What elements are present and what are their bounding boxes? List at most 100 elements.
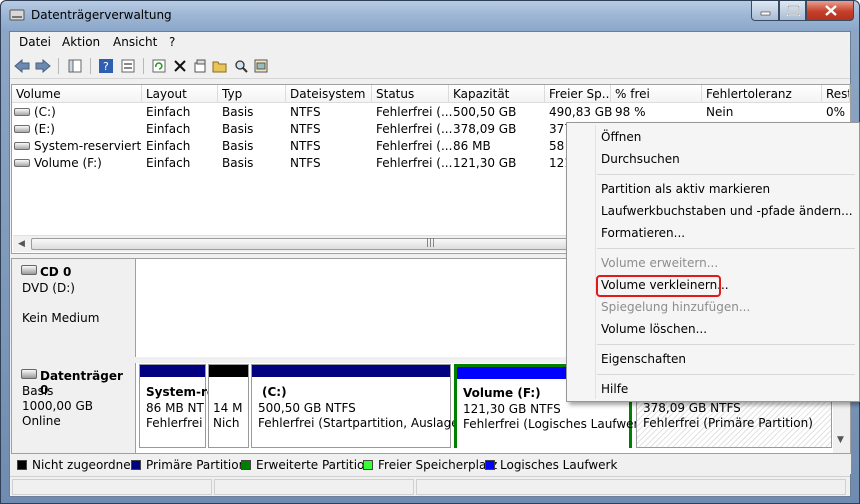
cell-typ: Basis <box>222 105 254 119</box>
minimize-button[interactable] <box>751 1 779 21</box>
legend-label: Nicht zugeordnet <box>32 458 136 472</box>
properties-icon[interactable] <box>119 57 137 75</box>
table-row[interactable]: (C:) Einfach Basis NTFS Fehlerfrei (... … <box>12 104 850 121</box>
menu-gutter <box>595 125 596 399</box>
column-header-prozent-frei[interactable]: % frei <box>611 85 702 103</box>
menu-item-change-drive-letter[interactable]: Laufwerkbuchstaben und -pfade ändern... <box>601 204 853 218</box>
menu-item-format[interactable]: Formatieren... <box>601 226 685 240</box>
cell-fs: NTFS <box>290 105 321 119</box>
cell-capacity: 378,09 GB <box>453 122 517 136</box>
cell-free: 490,83 GB <box>549 105 613 119</box>
cell-layout: Einfach <box>146 156 191 170</box>
scrollbar-thumb[interactable]: ||| <box>31 238 581 250</box>
legend-swatch <box>485 460 495 470</box>
column-header-typ[interactable]: Typ <box>218 85 286 103</box>
menu-item-delete-volume[interactable]: Volume löschen... <box>601 322 707 336</box>
menu-item-mark-active[interactable]: Partition als aktiv markieren <box>601 182 770 196</box>
legend-swatch <box>363 460 373 470</box>
legend-label: Primäre Partition <box>146 458 247 472</box>
toolbar-separator <box>58 58 59 74</box>
menu-item-open[interactable]: Öffnen <box>601 130 641 144</box>
cell-fs: NTFS <box>290 122 321 136</box>
toolbar-separator <box>90 58 91 74</box>
maximize-button[interactable] <box>779 1 806 21</box>
search-icon[interactable] <box>232 57 250 75</box>
disk-management-icon <box>9 9 25 21</box>
status-segment <box>214 479 414 495</box>
drive-icon <box>14 125 30 133</box>
partition-system-reserved[interactable]: System-re 86 MB NT Fehlerfrei <box>139 364 215 448</box>
menu-datei[interactable]: Datei <box>19 35 51 49</box>
status-segment <box>12 479 212 495</box>
forward-arrow-icon[interactable] <box>34 57 52 75</box>
menu-bar: Datei Aktion Ansicht ? <box>10 32 850 52</box>
disk0-label[interactable]: Datenträger 0 Basis 1000,00 GB Online <box>12 363 136 453</box>
cell-layout: Einfach <box>146 122 191 136</box>
open-folder-icon[interactable] <box>211 57 229 75</box>
cd-drive-label[interactable]: CD 0 DVD (D:) Kein Medium <box>12 259 136 357</box>
menu-item-extend-volume: Volume erweitern... <box>601 256 719 270</box>
partition-size: 378,09 GB NTFS <box>643 401 741 415</box>
cell-capacity: 86 MB <box>453 139 491 153</box>
column-header-volume[interactable]: Volume <box>12 85 142 103</box>
partition-size: 121,30 GB NTFS <box>463 402 561 416</box>
partition-c[interactable]: (C:) 500,50 GB NTFS Fehlerfrei (Startpar… <box>251 364 476 448</box>
menu-help[interactable]: ? <box>169 35 175 49</box>
cell-typ: Basis <box>222 122 254 136</box>
menu-separator <box>597 374 855 375</box>
partition-title: (C:) <box>262 385 287 399</box>
partition-status: Nich <box>213 416 240 430</box>
menu-ansicht[interactable]: Ansicht <box>113 35 157 49</box>
cell-fs: NTFS <box>290 156 321 170</box>
close-button[interactable] <box>806 1 854 21</box>
column-header-layout[interactable]: Layout <box>142 85 218 103</box>
cell-capacity: 121,30 GB <box>453 156 517 170</box>
partition-status: Fehlerfrei (Logisches Laufwerk <box>463 417 646 431</box>
cell-rest: 0% <box>826 105 846 119</box>
scroll-left-icon[interactable]: ◀ <box>18 239 25 249</box>
menu-item-help[interactable]: Hilfe <box>601 382 628 396</box>
disk0-state: Online <box>22 414 61 428</box>
menu-item-browse[interactable]: Durchsuchen <box>601 152 680 166</box>
back-arrow-icon[interactable] <box>13 57 31 75</box>
partition-unallocated[interactable]: 14 M Nich <box>208 364 249 448</box>
cell-volume: (E:) <box>34 122 55 136</box>
legend: Nicht zugeordnet Primäre Partition Erwei… <box>11 454 851 474</box>
column-header-rest[interactable]: Resth <box>822 85 850 103</box>
cell-status: Fehlerfrei (... <box>376 122 453 136</box>
help-icon[interactable]: ? <box>97 57 115 75</box>
column-header-freier-speicher[interactable]: Freier Sp... <box>545 85 611 103</box>
menu-item-add-mirror: Spiegelung hinzufügen... <box>601 300 751 314</box>
disk0-size: 1000,00 GB <box>22 399 93 413</box>
grip-icon: ||| <box>426 238 436 248</box>
column-header-status[interactable]: Status <box>372 85 449 103</box>
disk-view-icon[interactable] <box>252 57 270 75</box>
column-header-fehlertoleranz[interactable]: Fehlertoleranz <box>702 85 822 103</box>
menu-aktion[interactable]: Aktion <box>62 35 100 49</box>
partition-size: 500,50 GB NTFS <box>258 401 356 415</box>
status-segment <box>416 479 846 495</box>
menu-separator <box>597 248 855 249</box>
toolbar: ? <box>10 53 850 79</box>
cell-typ: Basis <box>222 139 254 153</box>
disk0-name: Datenträger 0 <box>40 369 123 397</box>
delete-icon[interactable] <box>171 57 189 75</box>
column-header-dateisystem[interactable]: Dateisystem <box>286 85 372 103</box>
cell-capacity: 500,50 GB <box>453 105 517 119</box>
legend-swatch <box>241 460 251 470</box>
settings-icon[interactable] <box>191 57 209 75</box>
cd-drive-icon <box>21 265 37 275</box>
legend-label: Freier Speicherplatz <box>378 458 498 472</box>
menu-item-properties[interactable]: Eigenschaften <box>601 352 686 366</box>
partition-bar <box>140 365 205 377</box>
legend-label: Logisches Laufwerk <box>500 458 618 472</box>
column-header-kapazitaet[interactable]: Kapazität <box>449 85 545 103</box>
refresh-icon[interactable] <box>150 57 168 75</box>
title-bar[interactable]: Datenträgerverwaltung <box>1 1 859 31</box>
scroll-down-icon[interactable]: ▼ <box>837 435 844 445</box>
window-title: Datenträgerverwaltung <box>31 8 172 22</box>
partition-status: Fehlerfrei <box>146 416 203 430</box>
maximize-icon <box>787 5 800 16</box>
console-tree-icon[interactable] <box>66 57 84 75</box>
legend-item-primary: Primäre Partition <box>131 458 246 472</box>
